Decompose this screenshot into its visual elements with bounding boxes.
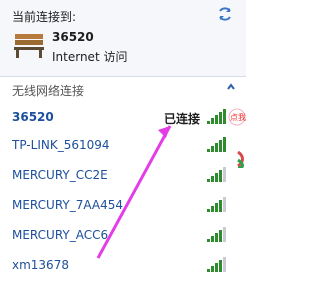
signal-bar <box>215 233 218 242</box>
signal-bar <box>215 115 218 124</box>
side-ornament <box>237 150 244 168</box>
network-label: TP-LINK_561094 <box>12 138 110 152</box>
signal-bar <box>219 170 222 182</box>
connected-title: 当前连接到: <box>12 10 77 24</box>
network-row-xm13678[interactable]: xm13678 <box>0 254 246 278</box>
signal-bar <box>223 197 226 212</box>
network-label: MERCURY_ACC6 <box>12 228 109 242</box>
signal-bar <box>207 269 210 272</box>
network-row-mercury-7aa454[interactable]: MERCURY_7AA454 <box>0 194 246 218</box>
signal-bar <box>219 230 222 242</box>
signal-bar <box>223 257 226 272</box>
network-label: xm13678 <box>12 258 69 272</box>
signal-bar <box>207 149 210 152</box>
network-row-tplink[interactable]: TP-LINK_561094 <box>0 134 246 158</box>
signal-bar <box>215 203 218 212</box>
internet-access-label: Internet 访问 <box>52 50 128 64</box>
network-label: MERCURY_CC2E <box>12 168 108 182</box>
signal-bar <box>219 140 222 152</box>
signal-icon <box>207 257 226 272</box>
signal-bar <box>223 109 226 124</box>
signal-icon <box>207 109 226 124</box>
svg-text:点我: 点我 <box>230 112 246 122</box>
signal-icon <box>207 137 226 152</box>
signal-bar <box>207 239 210 242</box>
signal-bar <box>219 200 222 212</box>
signal-bar <box>207 121 210 124</box>
signal-bar <box>211 146 214 152</box>
signal-bar <box>219 260 222 272</box>
network-label: MERCURY_7AA454 <box>12 198 124 212</box>
signal-bar <box>207 209 210 212</box>
wireless-section-header: 无线网络连接 <box>12 84 85 98</box>
network-label: 36520 <box>12 110 54 124</box>
current-connection-section: 当前连接到: 36520 Internet 访问 <box>0 0 246 77</box>
signal-bar <box>211 176 214 182</box>
signal-bar <box>211 266 214 272</box>
network-row-mercury-cc2e[interactable]: MERCURY_CC2E <box>0 164 246 188</box>
signal-icon <box>207 167 226 182</box>
signal-bar <box>215 173 218 182</box>
network-row-36520[interactable]: 36520 已连接 <box>0 106 246 130</box>
signal-bar <box>211 118 214 124</box>
click-me-badge: 点我 <box>228 108 246 126</box>
signal-icon <box>207 197 226 212</box>
network-row-mercury-acc6[interactable]: MERCURY_ACC6 <box>0 224 246 248</box>
signal-bar <box>215 143 218 152</box>
signal-bar <box>211 206 214 212</box>
network-status: 已连接 <box>164 112 201 126</box>
network-flyout: 当前连接到: 36520 Internet 访问 无线网络连接 36520 已连… <box>0 0 246 296</box>
signal-bar <box>223 167 226 182</box>
signal-bar <box>219 112 222 124</box>
signal-bar <box>211 236 214 242</box>
refresh-icon[interactable] <box>216 5 234 23</box>
signal-icon <box>207 227 226 242</box>
current-network-name: 36520 <box>52 30 94 44</box>
signal-bar <box>223 227 226 242</box>
signal-bar <box>223 137 226 152</box>
signal-bar <box>207 179 210 182</box>
signal-bar <box>215 263 218 272</box>
collapse-icon[interactable] <box>226 82 236 92</box>
bench-icon <box>14 34 44 58</box>
